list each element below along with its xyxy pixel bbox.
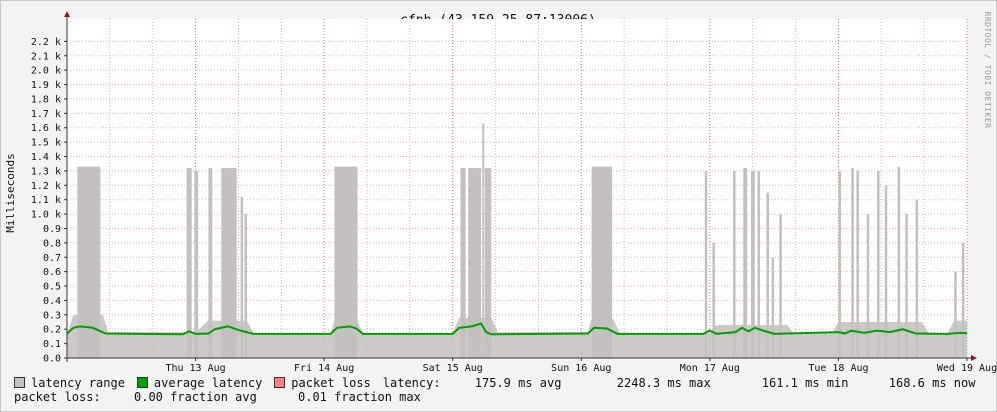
latency-avg: 175.9 ms avg: [474, 376, 562, 390]
latency-range-spike: [484, 168, 492, 358]
latency-range-spike: [712, 242, 715, 358]
y-axis-label: Milliseconds: [4, 153, 17, 232]
y-tick-label: 2.2 k: [31, 37, 61, 48]
y-tick-label: 0.0: [43, 354, 61, 365]
latency-range-spike: [771, 257, 775, 358]
latency-range-spike: [905, 214, 908, 358]
x-tick-label: Mon 17 Aug: [680, 363, 740, 374]
y-tick-label: 0.2: [43, 325, 61, 336]
latency-range-spike: [194, 170, 199, 358]
x-axis-arrow: [971, 355, 977, 361]
x-tick-label: Wed 19 Aug: [937, 363, 997, 374]
latency-max: 2248.3 ms max: [616, 376, 711, 390]
y-axis-arrow: [64, 11, 70, 17]
latency-range-spike: [779, 214, 782, 358]
loss-avg: 0.00 fraction avg: [134, 390, 257, 404]
rrdtool-credit: RRDTOOL / TOBI OETIKER: [983, 12, 992, 129]
legend-label-average-latency: average latency: [153, 376, 263, 390]
legend-row-latency: latency range average latency packet loss l…: [14, 376, 984, 390]
y-tick-label: 1.5 k: [31, 138, 61, 149]
legend-swatch-average-latency: [136, 377, 148, 388]
x-tick-label: Tue 18 Aug: [808, 363, 868, 374]
y-tick-label: 1.2 k: [31, 181, 61, 192]
x-tick-label: Sun 16 Aug: [551, 363, 611, 374]
latency-range-spike: [704, 170, 708, 358]
latency-range-spike: [460, 168, 466, 358]
y-tick-label: 1.9 k: [31, 80, 61, 91]
x-tick-label: Sat 15 Aug: [423, 363, 483, 374]
latency-range-spike: [838, 170, 841, 358]
latency-range-spike: [244, 214, 247, 358]
latency-range-spike: [208, 168, 213, 358]
latency-prefix: latency:: [382, 376, 441, 390]
latency-range-spike: [482, 123, 485, 358]
y-tick-label: 2.0 k: [31, 66, 61, 77]
y-tick-label: 1.0 k: [31, 210, 61, 221]
y-tick-label: 1.7 k: [31, 109, 61, 120]
loss-max: 0.01 fraction max: [298, 390, 421, 404]
x-tick-label: Thu 13 Aug: [165, 363, 225, 374]
y-tick-label: 0.6: [43, 267, 61, 278]
latency-chart: cfph (43.159.25.87:13006) Milliseconds R…: [4, 11, 997, 374]
y-tick-label: 1.3 k: [31, 166, 61, 177]
latency-range-spike: [240, 196, 244, 358]
legend-label-packet-loss: packet loss: [291, 376, 371, 390]
latency-range-spike: [733, 170, 736, 358]
latency-range-spike: [186, 168, 192, 358]
legend: latency range average latency packet loss l…: [14, 376, 984, 404]
legend-item-average-latency: average latency: [136, 376, 263, 390]
latency-min: 161.1 ms min: [761, 376, 849, 390]
legend-swatch-latency-range: [14, 377, 25, 388]
y-tick-label: 0.4: [43, 296, 61, 307]
y-tick-label: 0.8: [43, 238, 61, 249]
latency-range-spike: [856, 170, 859, 358]
y-tick-label: 2.1 k: [31, 51, 61, 62]
y-tick-label: 0.9: [43, 224, 61, 235]
y-tick-label: 1.8 k: [31, 94, 61, 105]
legend-label-latency-range: latency range: [31, 376, 125, 390]
y-tick-label: 0.7: [43, 253, 61, 264]
legend-item-packet-loss: packet loss: [274, 376, 371, 390]
latency-now: 168.6 ms now: [888, 376, 976, 390]
legend-swatch-packet-loss: [274, 377, 286, 388]
y-tick-label: 0.5: [43, 282, 61, 293]
legend-item-latency-range: latency range: [14, 376, 125, 390]
latency-range-spike: [961, 242, 965, 358]
latency-range-spike: [954, 271, 957, 358]
loss-prefix: packet loss:: [14, 390, 101, 404]
latency-range-spike: [851, 168, 854, 358]
y-tick-label: 1.1 k: [31, 195, 61, 206]
latency-range-spike: [866, 214, 870, 358]
legend-row-packet-loss: packet loss: 0.00 fraction avg 0.01 fracti…: [14, 390, 984, 404]
x-tick-label: Fri 14 Aug: [294, 363, 354, 374]
latency-range-spike: [468, 168, 481, 358]
y-tick-label: 0.3: [43, 310, 61, 321]
y-tick-label: 1.4 k: [31, 152, 61, 163]
y-tick-label: 1.6 k: [31, 123, 61, 134]
latency-range-spike: [334, 166, 358, 358]
grid-lines: [67, 19, 968, 359]
y-tick-label: 0.1: [43, 339, 61, 350]
